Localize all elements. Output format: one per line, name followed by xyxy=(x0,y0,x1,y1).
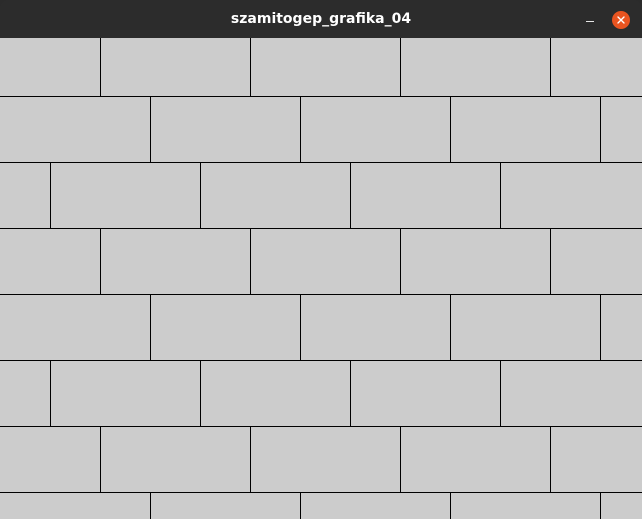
window-title: szamitogep_grafika_04 xyxy=(230,11,412,27)
minimize-button[interactable] xyxy=(581,11,599,29)
brick-wall xyxy=(0,38,642,519)
close-button[interactable] xyxy=(612,11,630,29)
title-bar[interactable]: szamitogep_grafika_04 xyxy=(0,0,642,38)
close-icon xyxy=(612,11,630,29)
minimize-icon xyxy=(586,21,594,22)
app-window: szamitogep_grafika_04 xyxy=(0,0,642,519)
drawing-canvas[interactable] xyxy=(0,38,642,519)
